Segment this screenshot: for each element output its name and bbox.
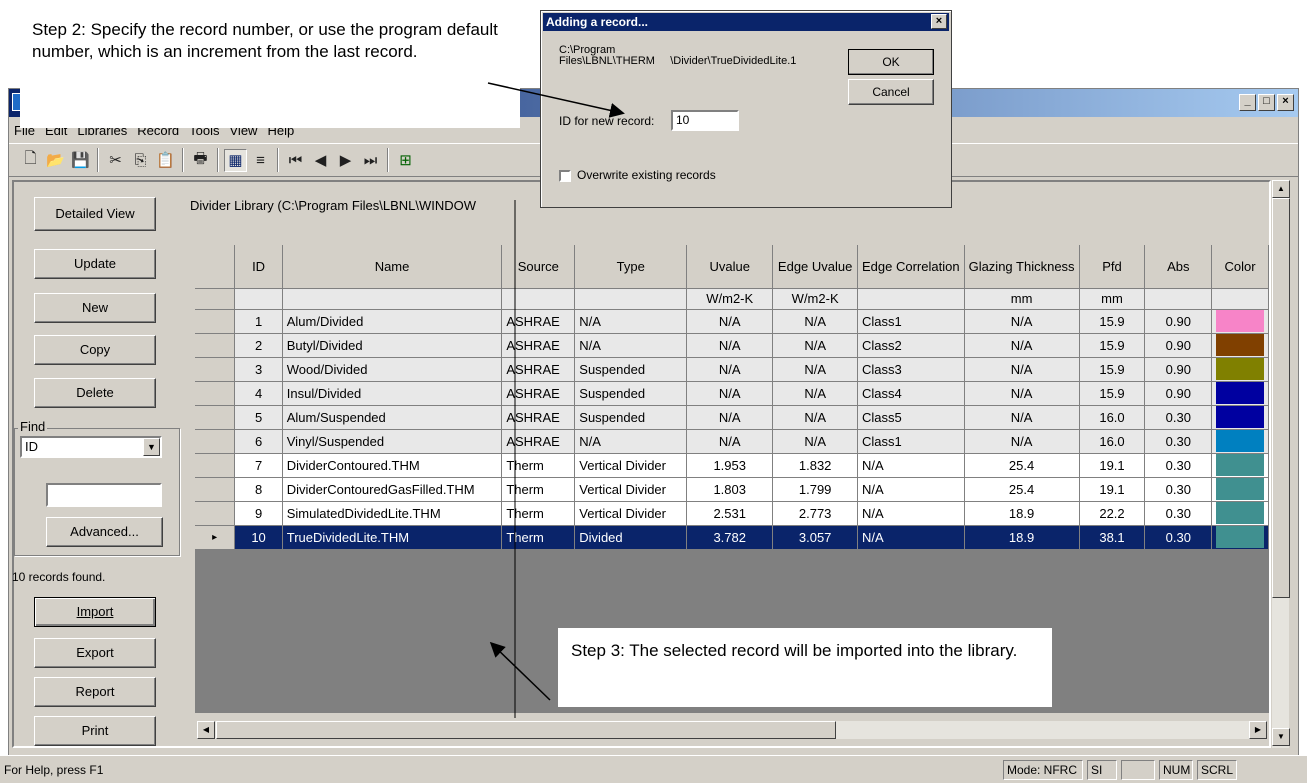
callout-arrows [487, 82, 625, 718]
step3-arrow [489, 641, 551, 701]
step2-arrow [487, 82, 625, 118]
